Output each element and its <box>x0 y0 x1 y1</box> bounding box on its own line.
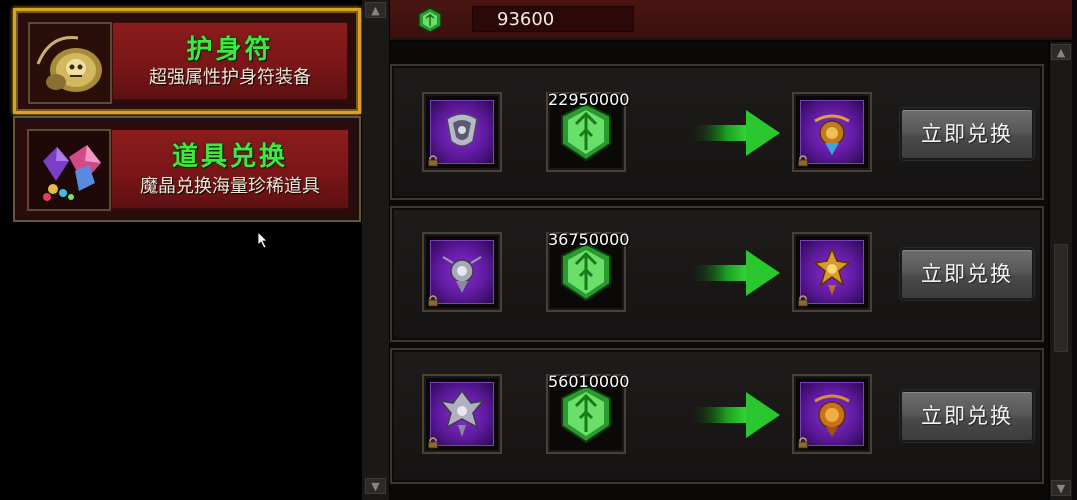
lock-icon <box>428 155 438 167</box>
green-crystal-icon <box>554 240 618 304</box>
green-crystal-icon <box>554 100 618 164</box>
lock-icon <box>798 295 808 307</box>
item-slot-source[interactable] <box>422 232 502 312</box>
category-description: 魔晶兑换海量珍稀道具 <box>140 176 320 197</box>
category-amulet[interactable]: 护身符 超强属性护身符装备 <box>13 8 361 114</box>
right-scrollbar[interactable]: ▲ ▼ <box>1050 42 1072 500</box>
cost-amount: 22950000 <box>548 90 630 109</box>
green-crystal-icon <box>418 7 442 33</box>
item-slot-source[interactable] <box>422 374 502 454</box>
cost-amount: 36750000 <box>548 230 630 249</box>
scroll-up-icon[interactable]: ▲ <box>1051 44 1071 60</box>
cost-slot: 22950000 <box>546 90 630 172</box>
currency-display: 93600 <box>472 6 634 32</box>
gold-amulet-icon <box>800 382 864 446</box>
arrow-right-icon <box>692 110 780 156</box>
lock-icon <box>798 155 808 167</box>
lock-icon <box>428 295 438 307</box>
category-item-exchange[interactable]: 道具兑换 魔晶兑换海量珍稀道具 <box>13 116 361 222</box>
item-slot-source[interactable] <box>422 92 502 172</box>
category-title: 道具兑换 <box>171 142 288 172</box>
offer-row: 56010000 立即兑换 <box>390 348 1044 484</box>
lock-icon <box>428 437 438 449</box>
silver-amulet-icon <box>430 100 494 164</box>
item-slot-result[interactable] <box>792 374 872 454</box>
redeem-button[interactable]: 立即兑换 <box>900 108 1034 160</box>
category-banner: 道具兑换 魔晶兑换海量珍稀道具 <box>111 129 349 209</box>
green-crystal-icon <box>554 382 618 446</box>
window-edge <box>1072 0 1077 500</box>
currency-bar: 93600 <box>390 0 1077 40</box>
offer-row: 22950000 立即兑换 <box>390 64 1044 200</box>
scroll-up-icon[interactable]: ▲ <box>365 2 386 18</box>
currency-amount: 93600 <box>497 9 555 30</box>
item-slot-result[interactable] <box>792 92 872 172</box>
item-slot-result[interactable] <box>792 232 872 312</box>
gold-amulet-icon <box>800 100 864 164</box>
scroll-down-icon[interactable]: ▼ <box>365 478 386 494</box>
arrow-right-icon <box>692 250 780 296</box>
silver-amulet-icon <box>430 240 494 304</box>
gems-icon <box>27 129 111 211</box>
category-panel: 护身符 超强属性护身符装备 道具兑换 魔晶兑换海量珍稀道具 <box>0 0 362 500</box>
cost-amount: 56010000 <box>548 372 630 391</box>
scroll-down-icon[interactable]: ▼ <box>1051 480 1071 496</box>
cost-slot: 36750000 <box>546 230 630 312</box>
amulet-icon <box>28 22 112 104</box>
gold-amulet-icon <box>800 240 864 304</box>
left-scrollbar[interactable]: ▲ ▼ <box>362 0 389 500</box>
redeem-button[interactable]: 立即兑换 <box>900 390 1034 442</box>
category-title: 护身符 <box>186 35 274 65</box>
silver-amulet-icon <box>430 382 494 446</box>
lock-icon <box>798 437 808 449</box>
mouse-cursor-icon <box>258 232 268 248</box>
offer-list: 22950000 立即兑换 36750000 立即兑换 56010000 立即兑… <box>390 42 1048 500</box>
arrow-right-icon <box>692 392 780 438</box>
category-banner: 护身符 超强属性护身符装备 <box>112 22 348 100</box>
scrollbar-thumb[interactable] <box>1054 244 1068 352</box>
cost-slot: 56010000 <box>546 372 630 454</box>
category-description: 超强属性护身符装备 <box>149 67 311 88</box>
offer-row: 36750000 立即兑换 <box>390 206 1044 342</box>
redeem-button[interactable]: 立即兑换 <box>900 248 1034 300</box>
